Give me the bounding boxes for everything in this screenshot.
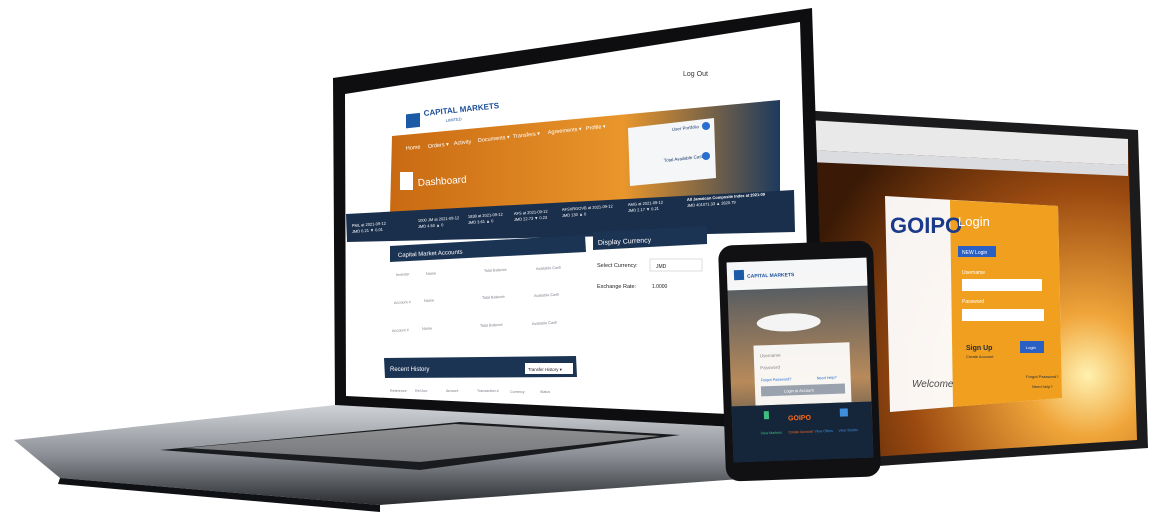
exchange-rate-value: 1.0000 [652, 284, 668, 290]
devices-scene: GOIPO Login NEW Login Username Password … [14, 8, 1148, 512]
tablet-login-button-label: Login [1026, 345, 1036, 350]
tablet-tab-label: NEW Login [962, 250, 988, 256]
phone-login-button-label: Login to Account [784, 388, 815, 394]
dashboard-icon [400, 172, 413, 190]
user-card-2-icon [702, 152, 710, 160]
laptop-logout-link[interactable]: Log Out [683, 71, 708, 78]
capital-markets-logo-icon [406, 112, 420, 129]
history-col: Amount [446, 389, 458, 393]
phone-password-input[interactable]: Password [760, 365, 780, 371]
history-select-label: Transfer History ▾ [528, 367, 562, 372]
phone-username-input[interactable]: Username [760, 353, 781, 359]
phone-nav-offers[interactable]: View Offers [814, 429, 833, 434]
history-col: Ref Acc [415, 389, 428, 393]
markets-icon [763, 411, 770, 420]
history-col: Reference [390, 389, 407, 393]
tablet-login-title: Login [958, 214, 990, 229]
phone-logo-icon [733, 269, 745, 281]
phone-device: CAPITAL MARKETS Username Password Forgot… [718, 240, 881, 482]
tablet-signup-text[interactable]: Sign Up [966, 345, 992, 352]
phone-brand: GOIPO [788, 415, 812, 423]
user-card-1-icon [702, 122, 710, 130]
history-col: Currency [510, 390, 525, 394]
tablet-logo: GOIPO [890, 213, 962, 238]
tablet-password-input[interactable] [962, 309, 1044, 321]
account-row-cell: Name [426, 271, 436, 276]
phone-help-link[interactable]: Need Help? [817, 376, 837, 381]
account-row-cell: Name [424, 298, 434, 303]
history-title: Recent History [390, 367, 429, 373]
history-col: Transaction # [477, 389, 499, 393]
account-row-cell: Name [422, 326, 432, 331]
tablet-signup-sub: Create Account [966, 354, 994, 359]
tablet-username-input[interactable] [962, 279, 1042, 291]
history-col: Status [540, 390, 550, 394]
currency-select-value: JMD [656, 264, 667, 270]
menu-icon [839, 408, 848, 417]
phone-nav-stocks[interactable]: View Stocks [838, 428, 858, 433]
tablet-username-label: Username [962, 270, 985, 276]
phone-screen-group: CAPITAL MARKETS Username Password Forgot… [726, 257, 874, 463]
tablet-welcome-text: Welcome [912, 379, 954, 390]
tablet-password-label: Password [962, 299, 984, 305]
tablet-help-link[interactable]: Need help? [1032, 384, 1053, 389]
select-currency-label: Select Currency: [597, 263, 638, 269]
account-row-cell: Investor [396, 272, 410, 277]
exchange-rate-label: Exchange Rate: [597, 284, 637, 290]
tablet-forgot-link[interactable]: Forgot Password? [1026, 374, 1059, 379]
phone-nav-markets[interactable]: View Markets [760, 431, 782, 436]
